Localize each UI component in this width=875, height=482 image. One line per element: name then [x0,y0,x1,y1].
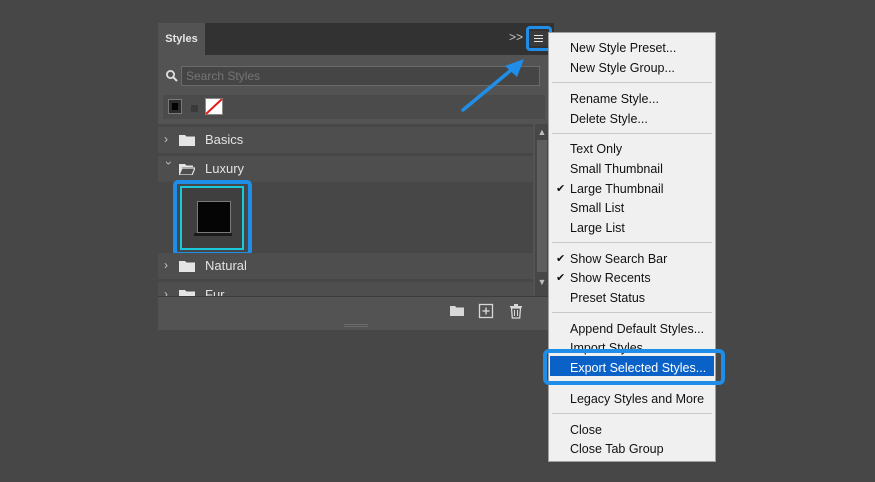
menu-separator [552,242,712,243]
highlight-frame-export-item [543,349,725,385]
folder-open-icon [179,164,195,175]
collapse-panel-icon[interactable]: >> [508,29,524,45]
menu-item-small-list[interactable]: Small List [570,200,624,216]
menu-item-legacy-styles[interactable]: Legacy Styles and More [570,391,704,407]
chevron-right-icon[interactable]: › [164,133,176,145]
menu-item-new-style-preset[interactable]: New Style Preset... [570,40,676,56]
menu-separator [552,413,712,414]
styles-list-scrollbar[interactable]: ▲ ▼ [535,124,549,296]
folder-label: Fur [205,287,225,296]
style-preview-shadow [194,233,232,236]
menu-separator [552,82,712,83]
menu-item-large-list[interactable]: Large List [570,220,625,236]
menu-separator [552,312,712,313]
recent-style-swatch[interactable] [168,99,182,114]
menu-item-show-search-bar[interactable]: Show Search Bar [570,251,667,267]
panel-flyout-menu: New Style Preset... New Style Group... R… [548,32,716,462]
checkmark-icon: ✔ [556,253,566,265]
folder-row-luxury[interactable]: › Luxury [158,156,533,182]
menu-item-rename-style[interactable]: Rename Style... [570,91,659,107]
chevron-down-icon[interactable]: › [162,161,176,173]
menu-item-close[interactable]: Close [570,422,602,438]
folder-icon [179,135,195,146]
no-style-swatch-icon[interactable] [205,98,223,115]
chevron-right-icon[interactable]: › [164,288,176,296]
new-group-folder-icon[interactable] [449,303,465,319]
checkmark-icon: ✔ [556,272,566,284]
panel-tab-bar: Styles >> [158,23,554,55]
recent-style-swatch[interactable] [188,99,202,114]
folder-row-natural[interactable]: › Natural [158,253,533,279]
folder-row-basics[interactable]: › Basics [158,127,533,153]
panel-resize-grip-icon[interactable] [344,324,368,328]
styles-list: › Basics › Luxury › Natural › Fur [158,124,533,296]
menu-separator [552,133,712,134]
menu-item-text-only[interactable]: Text Only [570,141,622,157]
menu-item-preset-status[interactable]: Preset Status [570,290,645,306]
checkmark-icon: ✔ [556,183,566,195]
search-icon [166,70,178,82]
menu-item-large-thumbnail[interactable]: Large Thumbnail [570,181,664,197]
new-style-icon[interactable] [478,303,494,319]
menu-item-delete-style[interactable]: Delete Style... [570,111,648,127]
menu-item-new-style-group[interactable]: New Style Group... [570,60,675,76]
panel-footer [158,296,554,325]
tab-styles[interactable]: Styles [158,23,205,55]
scroll-up-icon[interactable]: ▲ [536,126,548,138]
scroll-down-icon[interactable]: ▼ [536,276,548,288]
menu-item-small-thumbnail[interactable]: Small Thumbnail [570,161,663,177]
style-preview-square [197,201,231,233]
annotation-arrow-icon [461,59,524,112]
folder-icon [179,290,195,296]
menu-item-close-tab-group[interactable]: Close Tab Group [570,441,664,457]
chevron-right-icon[interactable]: › [164,259,176,271]
style-thumbnail-selected[interactable] [180,186,244,250]
folder-row-fur[interactable]: › Fur [158,282,533,296]
scrollbar-thumb[interactable] [537,140,547,272]
trash-icon[interactable] [508,303,524,319]
folder-label: Luxury [205,161,245,176]
menu-item-show-recents[interactable]: Show Recents [570,270,651,286]
folder-icon [179,261,195,272]
folder-label: Basics [205,132,244,147]
folder-label: Natural [205,258,247,273]
menu-item-append-default-styles[interactable]: Append Default Styles... [570,321,704,337]
